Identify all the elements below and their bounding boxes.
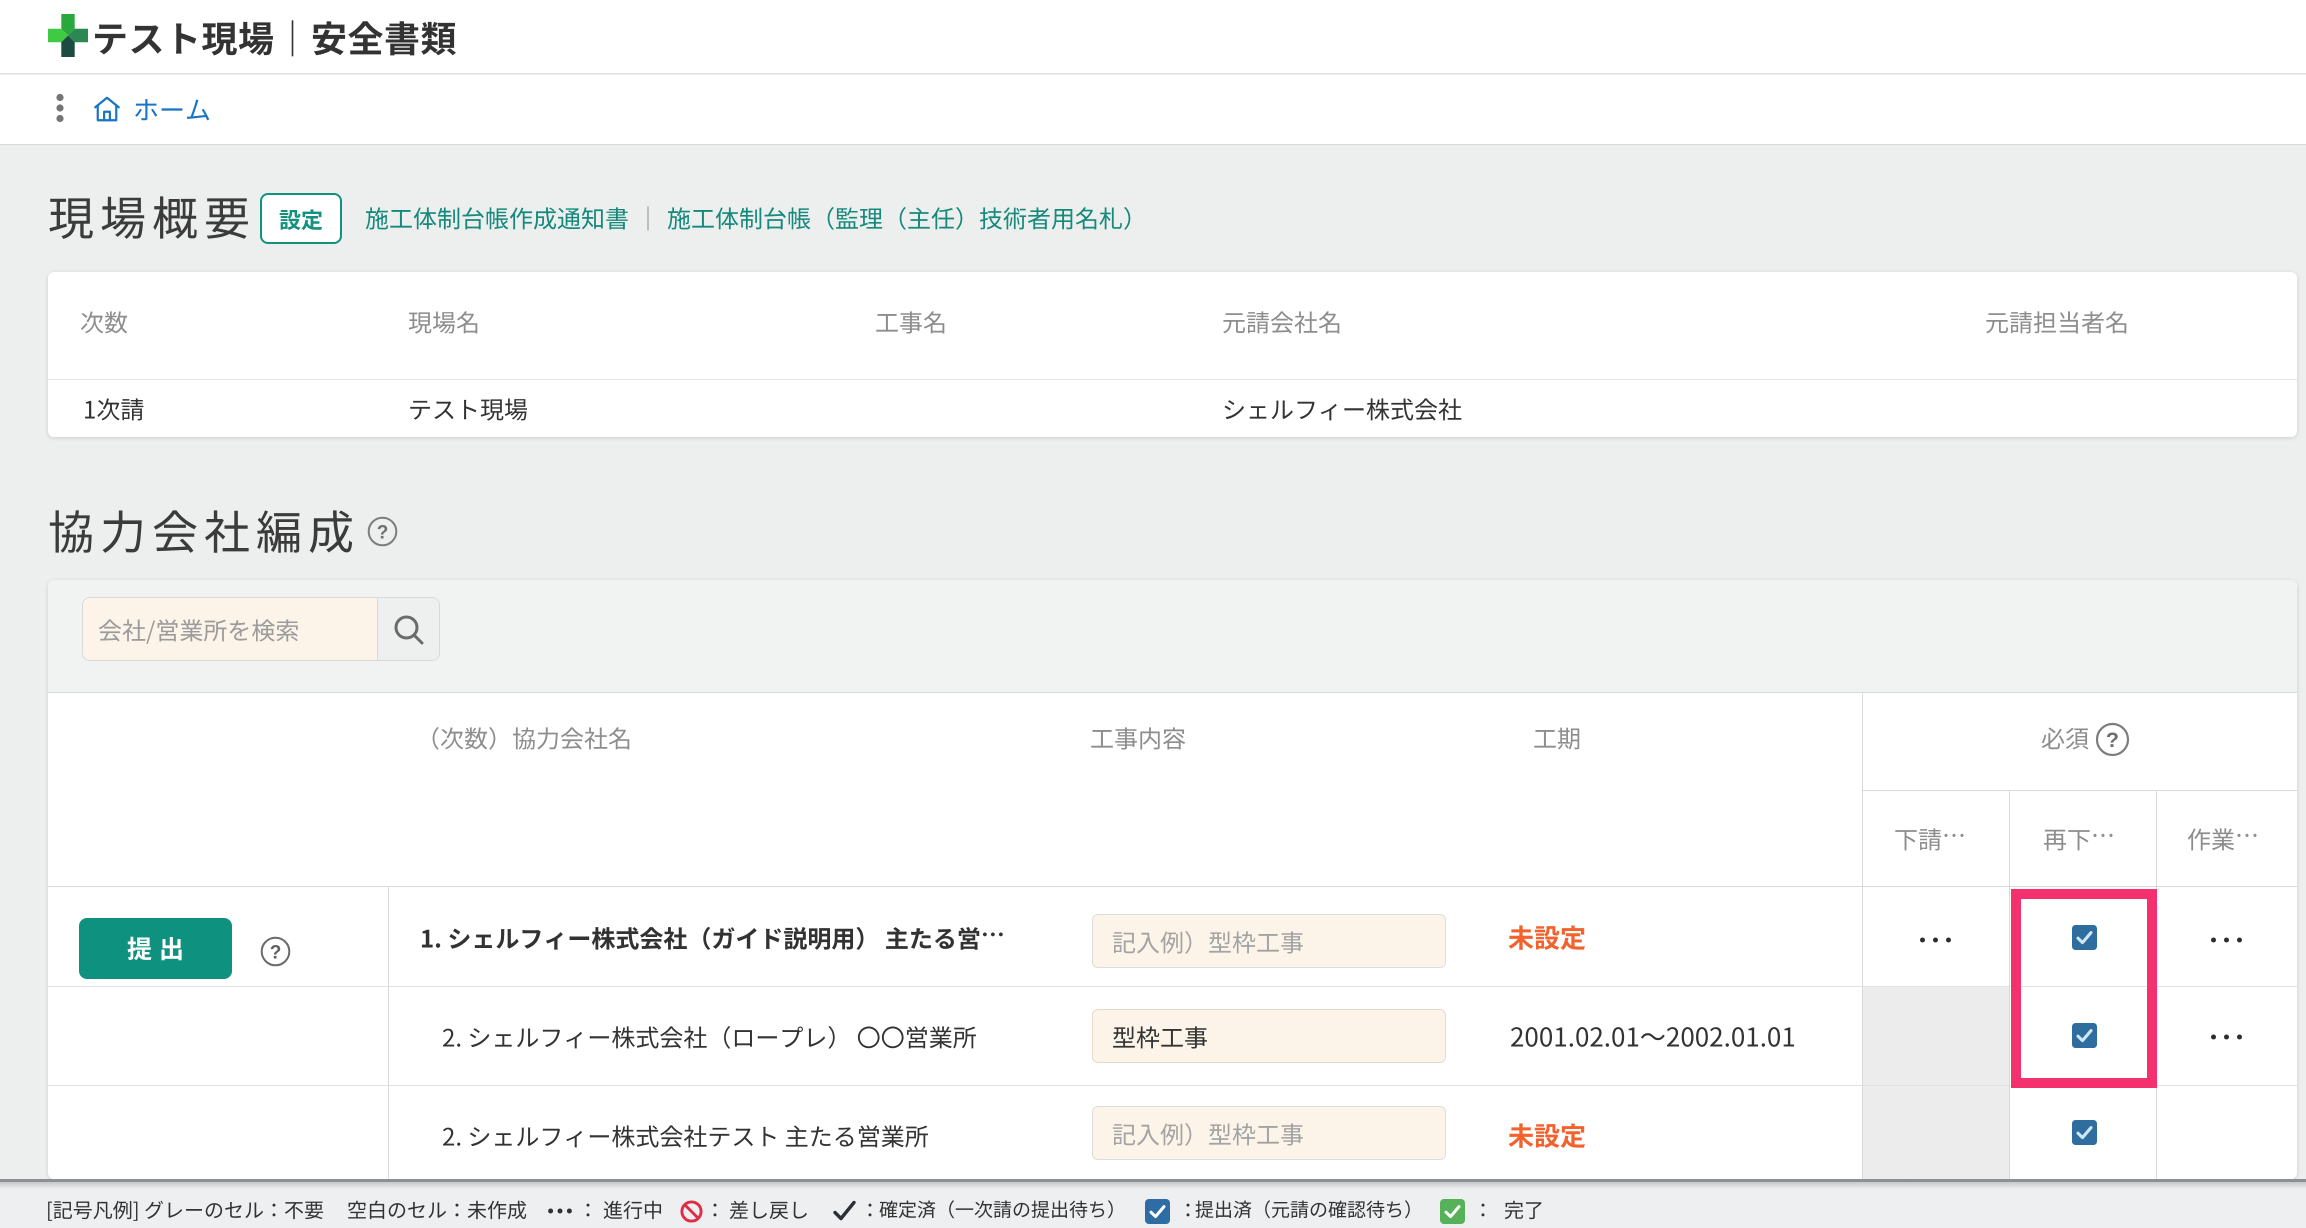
- svg-text:?: ?: [377, 523, 389, 544]
- svg-text:?: ?: [270, 943, 282, 964]
- svg-text:?: ?: [2106, 728, 2119, 752]
